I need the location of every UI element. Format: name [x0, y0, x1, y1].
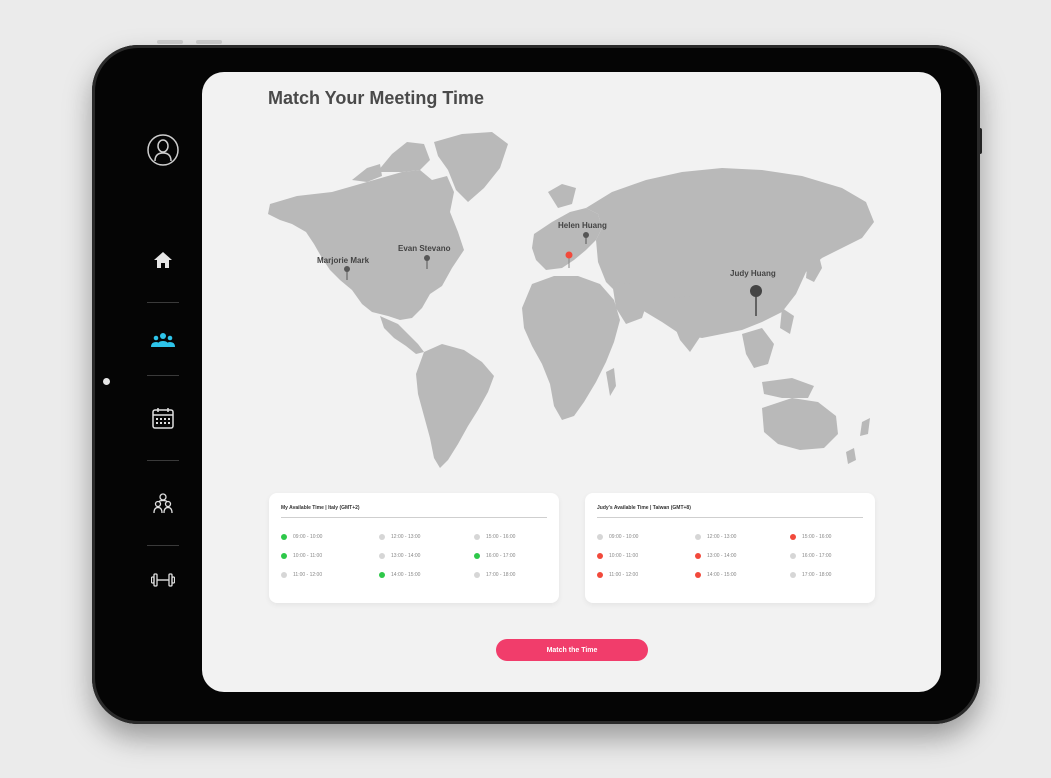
nav-divider [147, 460, 179, 461]
time-slot[interactable]: 17:00 - 18:00 [474, 572, 515, 578]
time-slot[interactable]: 12:00 - 13:00 [695, 534, 736, 540]
sidebar [120, 110, 210, 630]
dumbbell-icon [151, 573, 175, 587]
status-dot [474, 572, 480, 578]
match-time-button[interactable]: Match the Time [496, 639, 648, 661]
status-dot [474, 553, 480, 559]
card-title: Judy's Available Time | Taiwan (GMT+8) [597, 505, 691, 511]
time-slot[interactable]: 11:00 - 12:00 [281, 572, 322, 578]
team-icon [151, 333, 175, 347]
nav-divider [147, 375, 179, 376]
pin-label-evan: Evan Stevano [398, 244, 451, 253]
nav-people[interactable] [135, 483, 191, 523]
time-slot[interactable]: 11:00 - 12:00 [597, 572, 638, 578]
status-dot [379, 572, 385, 578]
nav-home[interactable] [135, 240, 191, 280]
nav-divider [147, 302, 179, 303]
time-slot[interactable]: 15:00 - 16:00 [474, 534, 515, 540]
status-dot [281, 553, 287, 559]
nav-divider [147, 545, 179, 546]
time-slot[interactable]: 15:00 - 16:00 [790, 534, 831, 540]
time-slot[interactable]: 09:00 - 10:00 [281, 534, 322, 540]
camera-dot [103, 378, 110, 385]
status-dot [281, 534, 287, 540]
pin-label-judy: Judy Huang [730, 269, 776, 278]
status-dot [790, 534, 796, 540]
status-dot [281, 572, 287, 578]
status-dot [379, 534, 385, 540]
status-dot [474, 534, 480, 540]
people-icon [153, 493, 173, 514]
nav-calendar[interactable] [135, 398, 191, 438]
status-dot [379, 553, 385, 559]
status-dot [695, 572, 701, 578]
main-screen: Match Your Meeting Time Marjorie Mark Ev… [202, 72, 941, 692]
time-slot[interactable]: 12:00 - 13:00 [379, 534, 420, 540]
card-title: My Available Time | Italy (GMT+2) [281, 505, 360, 511]
time-slot[interactable]: 10:00 - 11:00 [597, 553, 638, 559]
time-slot[interactable]: 13:00 - 14:00 [379, 553, 420, 559]
time-slot[interactable]: 14:00 - 15:00 [379, 572, 420, 578]
time-slot[interactable]: 16:00 - 17:00 [474, 553, 515, 559]
status-dot [695, 553, 701, 559]
status-dot [790, 572, 796, 578]
status-dot [597, 553, 603, 559]
my-availability-card: My Available Time | Italy (GMT+2) 09:00 … [269, 493, 559, 603]
status-dot [790, 553, 796, 559]
tablet-top-button-2 [196, 40, 222, 44]
judy-availability-card: Judy's Available Time | Taiwan (GMT+8) 0… [585, 493, 875, 603]
time-slot[interactable]: 09:00 - 10:00 [597, 534, 638, 540]
tablet-top-button-1 [157, 40, 183, 44]
time-slot[interactable]: 10:00 - 11:00 [281, 553, 322, 559]
nav-fitness[interactable] [135, 560, 191, 600]
pin-label-helen: Helen Huang [558, 221, 607, 230]
card-divider [597, 517, 863, 518]
nav-team[interactable] [135, 320, 191, 360]
time-slot[interactable]: 14:00 - 15:00 [695, 572, 736, 578]
time-slot[interactable]: 17:00 - 18:00 [790, 572, 831, 578]
status-dot [695, 534, 701, 540]
home-icon [154, 252, 172, 268]
calendar-icon [152, 408, 174, 429]
status-dot [597, 572, 603, 578]
pin-label-marjorie: Marjorie Mark [317, 256, 370, 265]
status-dot [597, 534, 603, 540]
profile-icon [147, 134, 179, 166]
profile-button[interactable] [135, 130, 191, 170]
time-slot[interactable]: 13:00 - 14:00 [695, 553, 736, 559]
card-divider [281, 517, 547, 518]
time-slot[interactable]: 16:00 - 17:00 [790, 553, 831, 559]
